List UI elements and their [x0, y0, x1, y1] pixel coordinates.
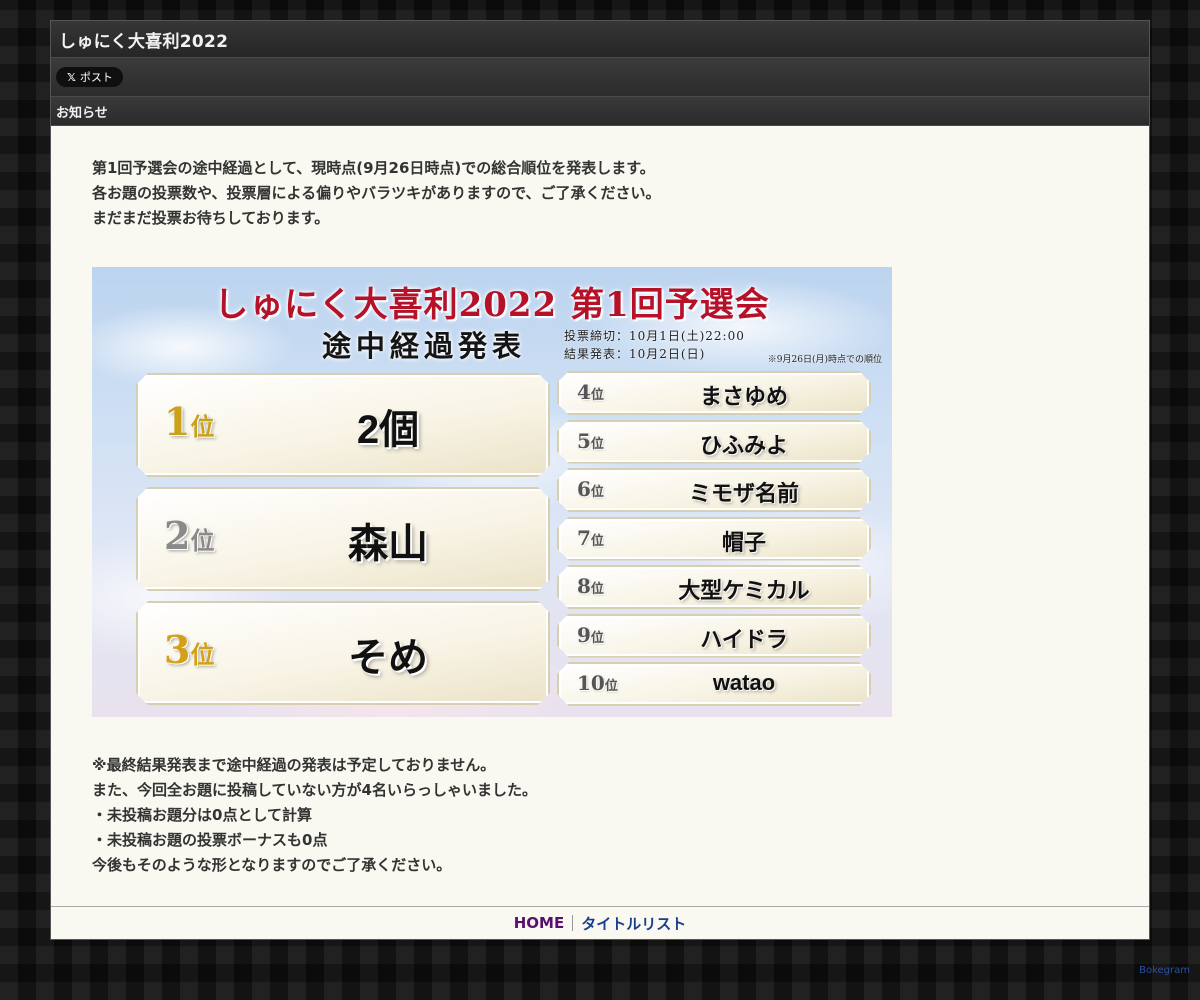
- rank-number: 4位: [577, 380, 604, 404]
- rank-value: 10: [577, 671, 605, 695]
- rank-value: 5: [577, 428, 591, 453]
- rank-number: 1位: [164, 399, 214, 444]
- rank-number: 2位: [164, 513, 214, 558]
- notes-line: また、今回全お題に投稿していない方が4名いらっしゃいました。: [92, 781, 537, 799]
- site-title[interactable]: しゅにく大喜利2022: [59, 27, 228, 52]
- notes-line: 今後もそのような形となりますのでご了承ください。: [92, 856, 452, 874]
- x-post-label: ポスト: [79, 71, 113, 84]
- page-frame: しゅにく大喜利2022 𝕏 ポスト お知らせ 第1回予選会の途中経過として、現時…: [50, 20, 1150, 940]
- rank-panel: 10位 watao: [557, 662, 871, 706]
- rank-suffix: 位: [190, 412, 215, 441]
- footer-separator: [572, 915, 574, 931]
- rank-suffix: 位: [590, 485, 604, 500]
- intro-text: 第1回予選会の途中経過として、現時点(9月26日時点)での総合順位を発表します。…: [92, 156, 1149, 231]
- title-bar: しゅにく大喜利2022: [51, 21, 1149, 58]
- footer-nav: HOME タイトルリスト: [51, 906, 1149, 939]
- rank-panel: 2位 森山: [136, 487, 550, 591]
- notes-text: ※最終結果発表まで途中経過の発表は予定しておりません。 また、今回全お題に投稿し…: [92, 753, 1149, 878]
- rank-number: 3位: [164, 627, 214, 672]
- rank-value: 3: [164, 627, 191, 672]
- banner-deadline: 投票締切：10月1日(土)22:00: [564, 329, 745, 343]
- rank-suffix: 位: [190, 526, 215, 555]
- rank-panel: 4位 まさゆめ: [557, 371, 871, 415]
- ranking-banner-image: しゅにく大喜利2022 第1回予選会 途中経過発表 投票締切：10月1日(土)2…: [92, 267, 892, 717]
- intro-line: まだまだ投票お待ちしております。: [92, 209, 330, 227]
- intro-line: 各お題の投票数や、投票層による偏りやバラツキがありますので、ご了承ください。: [92, 184, 661, 202]
- rank-value: 6: [577, 477, 591, 501]
- rank-entrant-name: 帽子: [721, 529, 766, 555]
- rank-entrant-name: ひふみよ: [699, 432, 788, 458]
- rank-suffix: 位: [604, 679, 618, 694]
- rank-suffix: 位: [590, 436, 604, 452]
- rank-number: 9位: [577, 623, 604, 647]
- notes-line: ※最終結果発表まで途中経過の発表は予定しておりません。: [92, 756, 496, 774]
- rank-entrant-name: ミモザ名前: [688, 481, 799, 506]
- rank-panel: 9位 ハイドラ: [557, 614, 871, 658]
- rank-value: 9: [577, 622, 591, 647]
- share-bar: 𝕏 ポスト: [51, 58, 1149, 97]
- banner-title: しゅにく大喜利2022 第1回予選会: [214, 285, 770, 325]
- rank-number: 6位: [577, 477, 604, 501]
- rank-entrant-name: ハイドラ: [700, 626, 788, 652]
- rank-panel: 1位 2個: [136, 373, 550, 477]
- article-content: 第1回予選会の途中経過として、現時点(9月26日時点)での総合順位を発表します。…: [51, 126, 1149, 878]
- rank-value: 4: [577, 380, 591, 404]
- rank-suffix: 位: [590, 582, 604, 597]
- rank-suffix: 位: [190, 640, 215, 669]
- bokegram-credit-link[interactable]: Bokegram: [1139, 965, 1190, 976]
- home-link[interactable]: HOME: [514, 914, 564, 932]
- rank-panel: 5位 ひふみよ: [557, 420, 871, 464]
- notes-line: ・未投稿お題分は0点として計算: [92, 806, 312, 824]
- rank-entrant-name: watao: [712, 670, 776, 695]
- rank-entrant-name: そめ: [348, 636, 428, 680]
- rank-entrant-name: 森山: [348, 522, 428, 566]
- rank-number: 8位: [577, 574, 604, 598]
- rank-entrant-name: 2個: [356, 408, 420, 452]
- rank-panel: 7位 帽子: [557, 517, 871, 561]
- title-list-link[interactable]: タイトルリスト: [581, 913, 686, 934]
- rank-value: 8: [577, 574, 591, 598]
- rank-suffix: 位: [590, 630, 604, 646]
- x-post-button[interactable]: 𝕏 ポスト: [56, 67, 123, 87]
- rank-suffix: 位: [590, 388, 604, 403]
- banner-note: ※9月26日(月)時点での順位: [767, 355, 882, 365]
- rank-entrant-name: まさゆめ: [699, 384, 788, 409]
- rank-value: 7: [577, 525, 591, 550]
- rank-suffix: 位: [590, 533, 604, 549]
- rank-panel: 6位 ミモザ名前: [557, 468, 871, 512]
- rank-value: 1: [164, 399, 191, 444]
- rank-entrant-name: 大型ケミカル: [678, 578, 810, 603]
- rank-panel: 3位 そめ: [136, 601, 550, 705]
- intro-line: 第1回予選会の途中経過として、現時点(9月26日時点)での総合順位を発表します。: [92, 159, 655, 177]
- notes-line: ・未投稿お題の投票ボーナスも0点: [92, 831, 328, 849]
- section-bar: お知らせ: [51, 97, 1149, 126]
- rank-number: 10位: [577, 671, 618, 695]
- rank-value: 2: [164, 513, 191, 558]
- section-title: お知らせ: [56, 105, 108, 121]
- x-logo-icon: 𝕏: [67, 70, 76, 84]
- banner-announce: 結果発表：10月2日(日): [564, 347, 706, 361]
- rank-panel: 8位 大型ケミカル: [557, 565, 871, 609]
- rank-number: 7位: [577, 526, 604, 550]
- banner-subtitle: 途中経過発表: [322, 329, 527, 363]
- rank-number: 5位: [577, 429, 604, 453]
